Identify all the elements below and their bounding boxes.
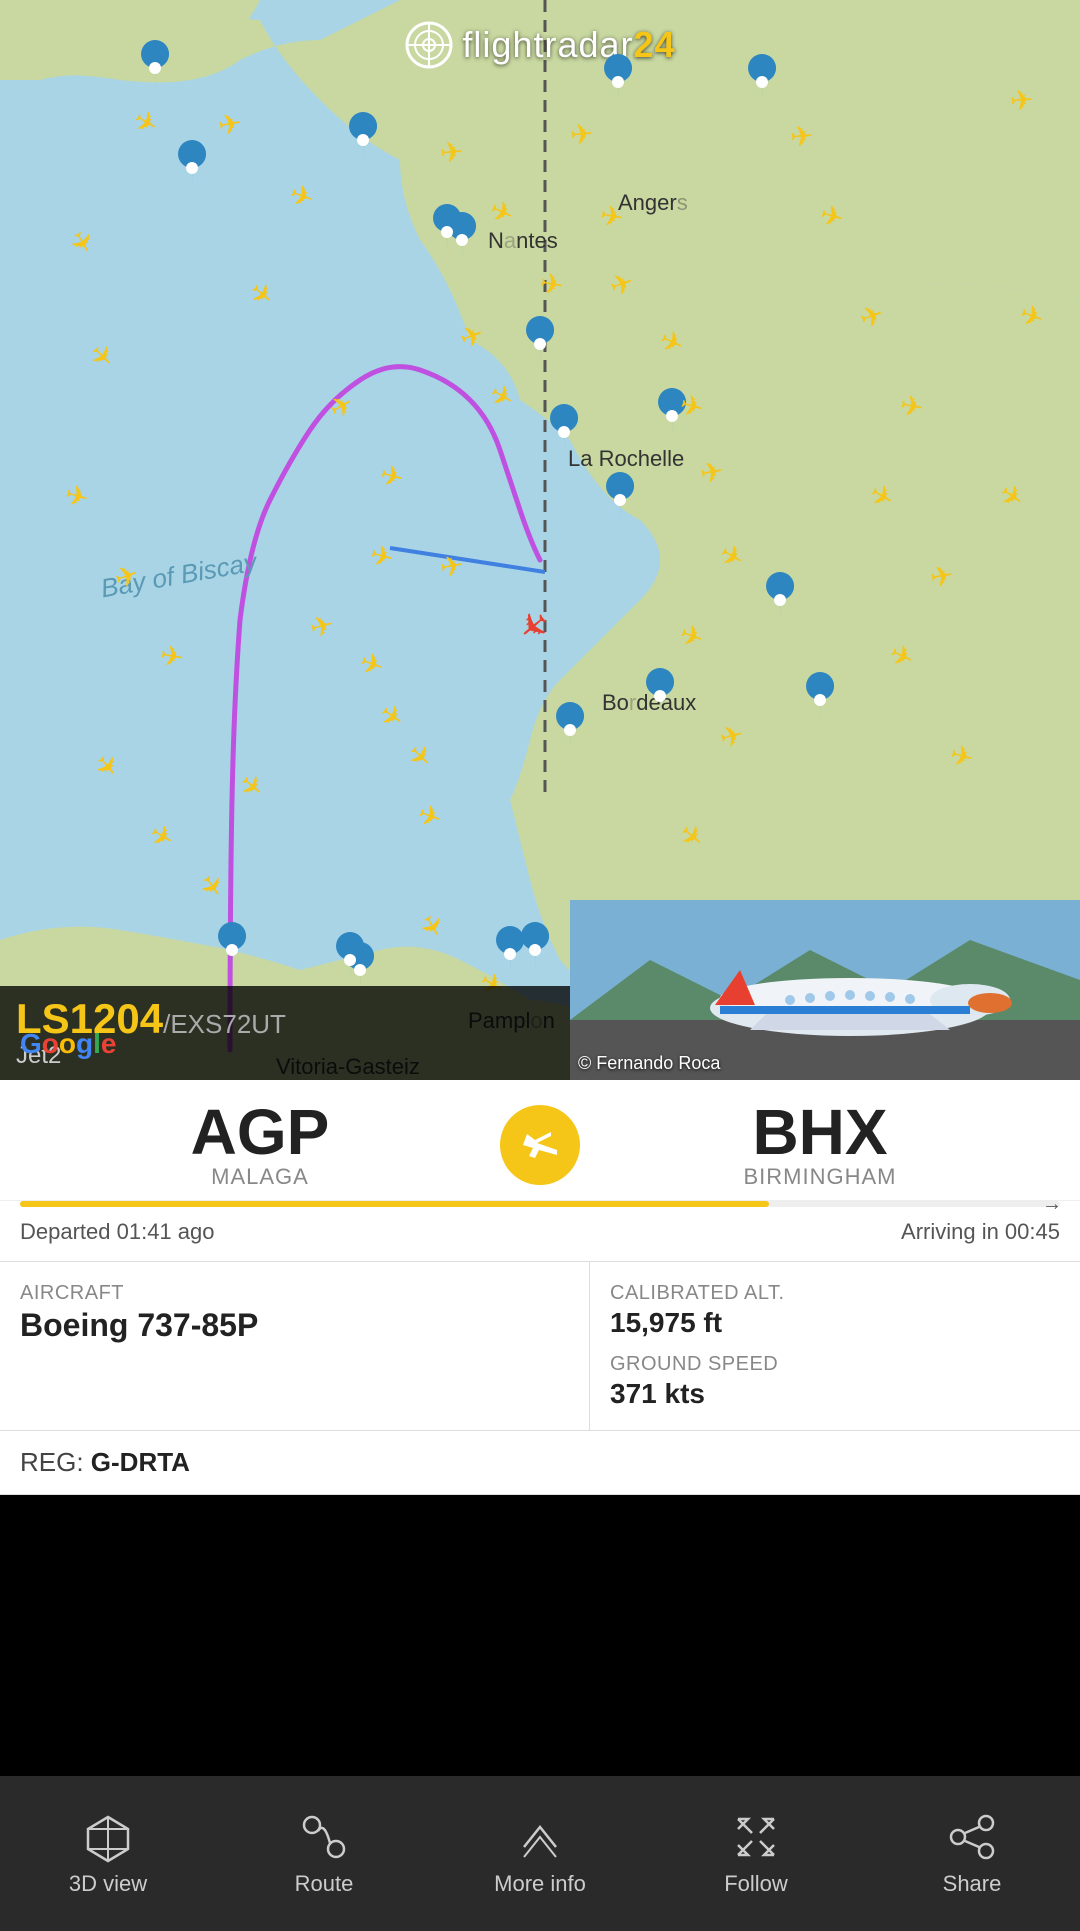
ground-speed-value: 371 kts [610,1378,1060,1410]
details-row: Aircraft Boeing 737-85P CALIBRATED ALT. … [0,1262,1080,1431]
origin-name: MALAGA [20,1164,500,1190]
airplane-48: ✈ [1009,83,1035,118]
airplane-19: ✈ [439,135,465,170]
progress-arrow: → [1042,1193,1062,1216]
aircraft-photo: © Fernando Roca [570,900,1080,1080]
plane-center-icon [500,1105,580,1185]
aircraft-type-label: Aircraft [20,1282,569,1305]
nav-share[interactable]: Share [864,1811,1080,1897]
photo-credit: © Fernando Roca [578,1053,720,1074]
details-right: CALIBRATED ALT. 15,975 ft GROUND SPEED 3… [590,1262,1080,1430]
departed-arriving-row: Departed 01:41 ago Arriving in 00:45 [0,1215,1080,1262]
nav-more-info-label: More info [494,1871,586,1897]
arriving-text: Arriving in 00:45 [901,1219,1060,1245]
origin-code: AGP [20,1100,500,1164]
chevron-up-icon [514,1811,566,1863]
airplane-29: ✈ [569,117,595,152]
nav-route[interactable]: Route [216,1811,432,1897]
collapse-icon [730,1811,782,1863]
city-nantes: Nantes [488,228,558,254]
aircraft-type-value: Boeing 737-85P [20,1307,569,1344]
nav-follow-label: Follow [724,1871,788,1897]
city-larochelle: La Rochelle [568,446,684,472]
dest-block: BHX BIRMINGHAM [580,1100,1060,1190]
nav-3d-view[interactable]: 3D view [0,1811,216,1897]
flight-info-panel: AGP MALAGA BHX BIRMINGHAM → Departed 01:… [0,1080,1080,1495]
aircraft-reg-row: REG: G-DRTA [0,1431,1080,1495]
nav-more-info[interactable]: More info [432,1811,648,1897]
flight-route-row: AGP MALAGA BHX BIRMINGHAM [0,1080,1080,1201]
calibrated-alt-value: 15,975 ft [610,1307,1060,1339]
nav-share-label: Share [943,1871,1002,1897]
cube-icon [82,1811,134,1863]
calibrated-alt-label: CALIBRATED ALT. [610,1282,1060,1305]
progress-bar-bg: → [20,1201,1060,1207]
app-header: flightradar24 [0,20,1080,70]
nav-follow[interactable]: Follow [648,1811,864,1897]
departed-text: Departed 01:41 ago [20,1219,215,1245]
app-title: flightradar24 [462,24,675,66]
progress-bar-fill [20,1201,769,1207]
city-bordeaux: Bordeaux [602,690,696,716]
map[interactable]: flightradar24 Bay of Biscay Nantes Anger… [0,0,1080,1080]
ground-speed-label: GROUND SPEED [610,1353,1060,1376]
origin-block: AGP MALAGA [20,1100,500,1190]
bottom-nav: 3D view Route More info Follow [0,1776,1080,1931]
airplane-40: ✈ [789,119,815,154]
progress-bar-row: → [0,1201,1080,1215]
dest-name: BIRMINGHAM [580,1164,1060,1190]
route-icon [298,1811,350,1863]
share-icon [946,1811,998,1863]
nav-3d-label: 3D view [69,1871,147,1897]
dest-code: BHX [580,1100,1060,1164]
details-left: Aircraft Boeing 737-85P [0,1262,590,1430]
google-logo: Google [20,1028,116,1060]
city-angers: Angers [618,190,688,216]
nav-route-label: Route [295,1871,354,1897]
